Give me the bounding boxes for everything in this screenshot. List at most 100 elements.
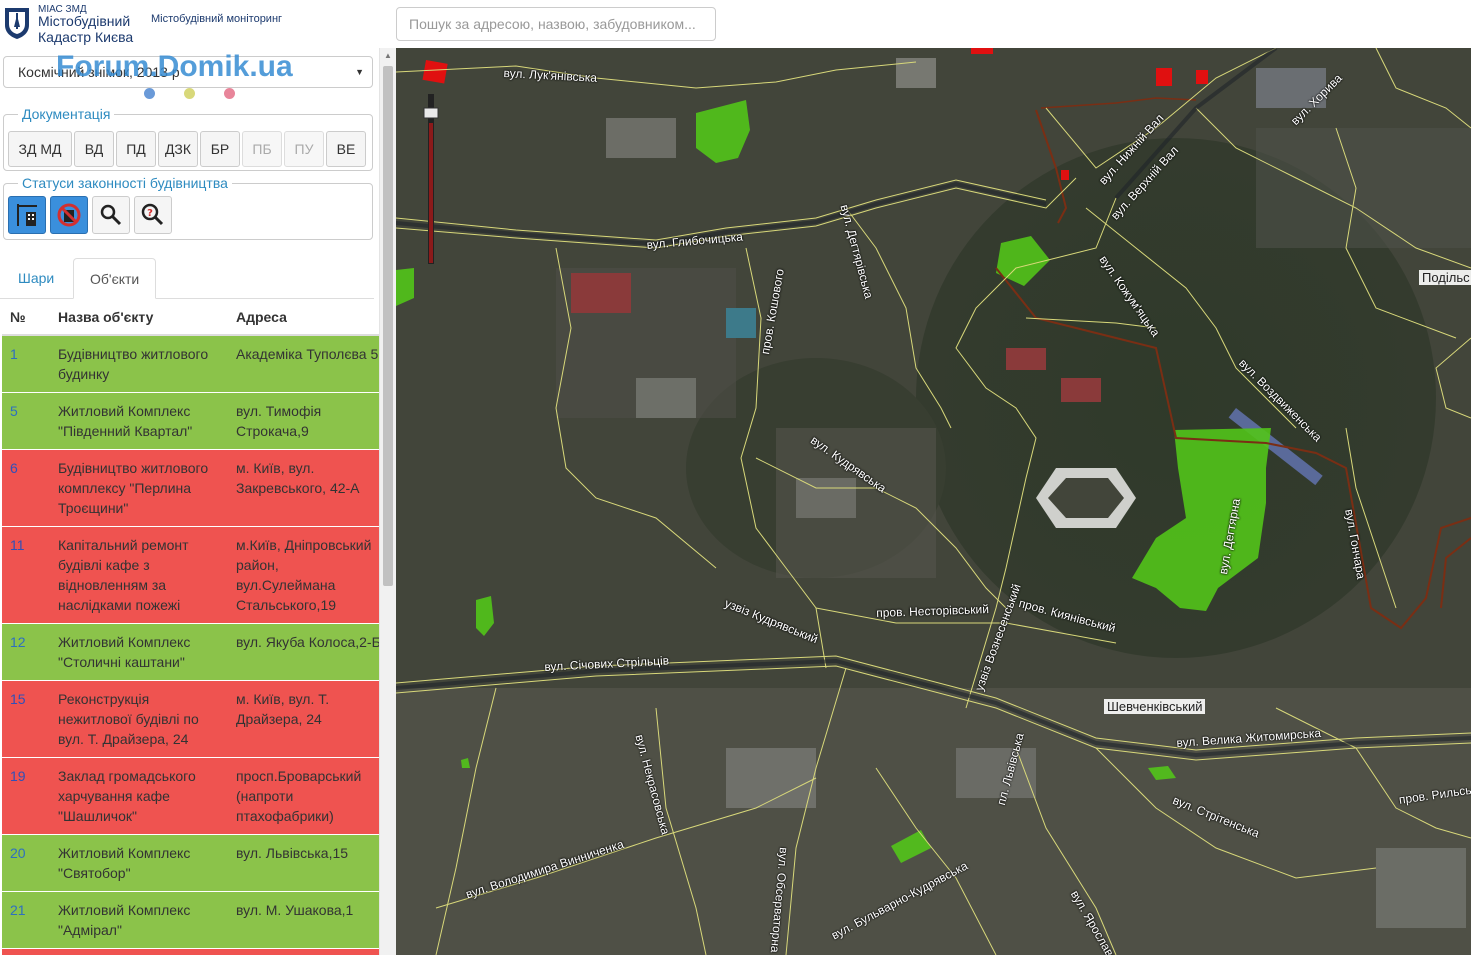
- table-row[interactable]: 1 Будівництво житлового будинку Академік…: [2, 336, 379, 393]
- table-row[interactable]: 12 Житловий Комплекс "Столичні каштани" …: [2, 624, 379, 681]
- sidebar: Космічний знімок, 2013 р ▼ Forum.Domik.u…: [0, 48, 396, 955]
- sidebar-scrollbar[interactable]: ▲: [379, 48, 396, 955]
- red-zone[interactable]: [1156, 68, 1172, 86]
- doc-button-br[interactable]: БР: [200, 131, 240, 167]
- doc-button-pd[interactable]: ПД: [116, 131, 156, 167]
- row-object-name: Будівництво житлового комплексу "Перлина…: [58, 460, 209, 516]
- doc-button-pb[interactable]: ПБ: [242, 131, 282, 167]
- row-address: вул. Якуба Колоса,2-Б: [236, 634, 379, 650]
- prohibited-building-icon: [57, 203, 81, 227]
- magnifier-icon: [100, 204, 122, 226]
- row-number[interactable]: 6: [10, 458, 18, 478]
- doc-button-pu[interactable]: ПУ: [284, 131, 324, 167]
- logo-title-line1: Містобудівний: [38, 13, 131, 29]
- urban-area: [1256, 128, 1471, 248]
- row-address: м. Київ, вул. Закревського, 42-А: [236, 460, 360, 496]
- row-number[interactable]: 15: [10, 689, 26, 709]
- district-label: Подільс: [1419, 270, 1471, 285]
- building: [1061, 378, 1101, 402]
- scroll-up-icon[interactable]: ▲: [380, 48, 396, 64]
- magnifier-question-icon: ?: [141, 203, 164, 226]
- dot-blue[interactable]: [144, 88, 155, 99]
- building: [606, 118, 676, 158]
- tab-layers[interactable]: Шари: [2, 258, 70, 299]
- logo-title-line2: Кадастр Києва: [38, 29, 134, 45]
- building: [726, 308, 756, 338]
- building: [956, 748, 1036, 798]
- row-number[interactable]: 1: [10, 344, 18, 364]
- search-input[interactable]: [396, 7, 716, 41]
- app-header: МІАС ЗМД Містобудівний Кадастр Києва Міс…: [0, 0, 1471, 48]
- basemap-layer-select[interactable]: Космічний знімок, 2013 р ▼: [3, 56, 373, 88]
- status-illegal-button[interactable]: [50, 196, 88, 234]
- status-inspection-button[interactable]: [92, 196, 130, 234]
- basemap-layer-value: Космічний знімок, 2013 р: [18, 64, 180, 80]
- table-row[interactable]: 20 Житловий Комплекс "Святобор" вул. Льв…: [2, 835, 379, 892]
- documentation-title: Документація: [18, 106, 115, 122]
- building: [796, 478, 856, 518]
- header-address[interactable]: Адреса: [236, 309, 287, 325]
- scrollbar-thumb[interactable]: [383, 66, 393, 586]
- legality-status-group: Статуси законності будівництва ?: [3, 175, 373, 240]
- status-legal-button[interactable]: [8, 196, 46, 234]
- status-unknown-button[interactable]: ?: [134, 196, 172, 234]
- red-zone[interactable]: [422, 60, 448, 84]
- table-header: № Назва об'єкту Адреса: [2, 299, 379, 336]
- building: [1006, 348, 1046, 370]
- row-address: м. Київ, вул. Т. Драйзера, 24: [236, 691, 330, 727]
- table-row[interactable]: 5 Житловий Комплекс "Південний Квартал" …: [2, 393, 379, 450]
- header-object-name[interactable]: Назва об'єкту: [58, 309, 153, 325]
- app-logo[interactable]: МІАС ЗМД Містобудівний Кадастр Києва: [2, 3, 150, 45]
- row-number[interactable]: 21: [10, 900, 26, 920]
- row-address: Академіка Туполєва 5: [236, 346, 379, 362]
- svg-text:?: ?: [147, 208, 153, 219]
- crane-building-icon: [17, 204, 37, 226]
- red-zone[interactable]: [971, 48, 993, 54]
- building: [636, 378, 696, 418]
- chevron-down-icon: ▼: [355, 67, 364, 77]
- row-address: просп.Броварський (напроти птахофабрики): [236, 768, 362, 824]
- row-object-name: Житловий Комплекс "Столичні каштани": [58, 634, 191, 670]
- row-number[interactable]: 11: [10, 535, 25, 555]
- row-number[interactable]: 12: [10, 632, 26, 652]
- documentation-group: Документація ЗД МД ВД ПД ДЗК БР ПБ ПУ ВЕ: [3, 106, 373, 171]
- header-number[interactable]: №: [10, 309, 26, 325]
- map-canvas[interactable]: [396, 48, 1471, 955]
- table-row[interactable]: 6 Будівництво житлового комплексу "Перли…: [2, 450, 379, 527]
- table-row[interactable]: 11 Капітальний ремонт будівлі кафе з від…: [2, 527, 379, 624]
- row-object-name: Житловий Комплекс "Південний Квартал": [58, 403, 193, 439]
- legality-status-title: Статуси законності будівництва: [18, 175, 232, 191]
- table-row[interactable]: 19 Заклад громадського харчування кафе "…: [2, 758, 379, 835]
- row-number[interactable]: 19: [10, 766, 26, 786]
- row-address: м.Київ, Дніпровський район, вул.Сулейман…: [236, 537, 372, 613]
- row-object-name: Заклад громадського харчування кафе "Шаш…: [58, 768, 196, 824]
- building: [571, 273, 631, 313]
- district-label: Шевченківський: [1104, 699, 1206, 714]
- red-zone[interactable]: [1196, 70, 1208, 84]
- dot-pink[interactable]: [224, 88, 235, 99]
- row-number[interactable]: 5: [10, 401, 18, 421]
- row-number[interactable]: 20: [10, 843, 26, 863]
- row-object-name: Житловий Комплекс "Адмірал": [58, 902, 191, 938]
- red-zone[interactable]: [1061, 170, 1069, 180]
- objects-table: № Назва об'єкту Адреса 1 Будівництво жит…: [2, 299, 379, 955]
- doc-button-zd-md[interactable]: ЗД МД: [8, 131, 72, 167]
- table-row[interactable]: [2, 949, 379, 955]
- doc-button-ve[interactable]: ВЕ: [326, 131, 366, 167]
- doc-button-dzk[interactable]: ДЗК: [158, 131, 198, 167]
- building: [1376, 848, 1466, 928]
- table-row[interactable]: 15 Реконструкція нежитлової будівлі по в…: [2, 681, 379, 758]
- building: [726, 748, 816, 808]
- app-subtitle: Містобудівний моніторинг: [151, 13, 283, 25]
- row-address: вул. Тимофія Строкача,9: [236, 403, 322, 439]
- row-object-name: Реконструкція нежитлової будівлі по вул.…: [58, 691, 199, 747]
- row-object-name: Житловий Комплекс "Святобор": [58, 845, 191, 881]
- row-address: вул. М. Ушакова,1: [236, 902, 354, 918]
- row-address: вул. Львівська,15: [236, 845, 349, 861]
- dot-yellow[interactable]: [184, 88, 195, 99]
- table-row[interactable]: 21 Житловий Комплекс "Адмірал" вул. М. У…: [2, 892, 379, 949]
- map-view[interactable]: вул. Лук'янівська вул. Глибочицька вул. …: [396, 48, 1471, 955]
- row-object-name: Капітальний ремонт будівлі кафе з віднов…: [58, 537, 189, 613]
- doc-button-vd[interactable]: ВД: [74, 131, 114, 167]
- tab-objects[interactable]: Об'єкти: [73, 258, 157, 299]
